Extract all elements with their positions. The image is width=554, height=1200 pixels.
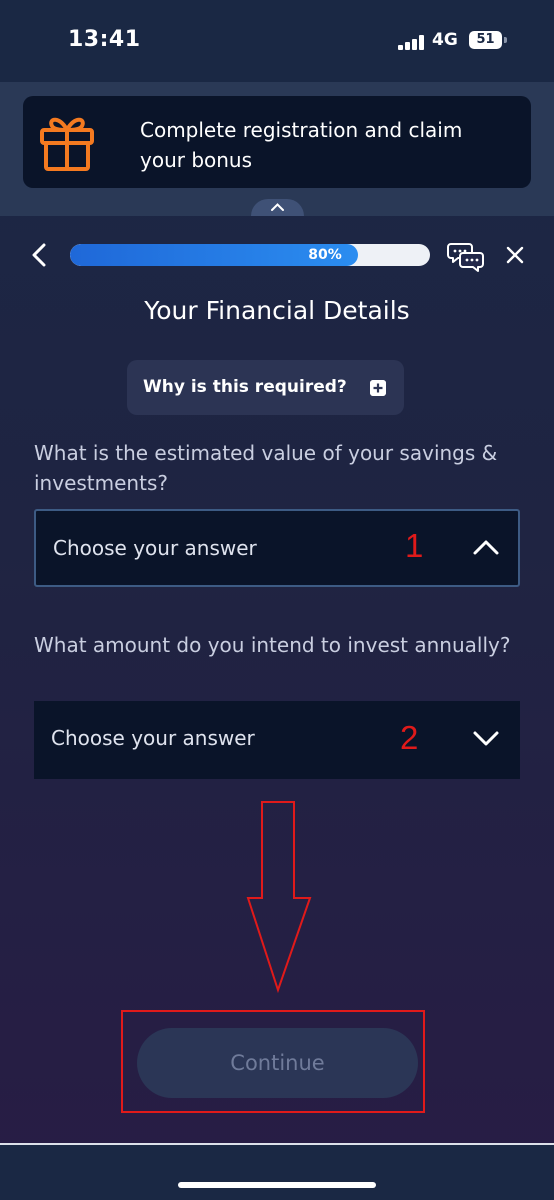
bonus-banner-text: Complete registration and claim your bon… xyxy=(140,118,463,172)
battery-icon: 51 xyxy=(469,31,502,49)
annotation-marker-2: 2 xyxy=(400,719,419,756)
invest-select[interactable]: Choose your answer xyxy=(34,701,520,779)
battery-tip xyxy=(504,37,507,43)
bottom-bar xyxy=(0,1145,554,1200)
progress-bar xyxy=(70,244,430,266)
annotation-marker-1: 1 xyxy=(405,527,424,564)
savings-select[interactable]: Choose your answer xyxy=(34,509,520,587)
page-title: Your Financial Details xyxy=(144,296,410,325)
continue-button[interactable]: Continue xyxy=(137,1028,418,1098)
progress-label: 80% xyxy=(308,247,342,263)
question-invest-label: What amount do you intend to invest annu… xyxy=(34,633,511,657)
network-type: 4G xyxy=(432,30,458,50)
close-icon[interactable] xyxy=(505,245,525,265)
question-savings-label: What is the estimated value of your savi… xyxy=(34,441,498,495)
gift-icon xyxy=(40,117,94,171)
savings-select-value: Choose your answer xyxy=(53,536,257,560)
back-icon[interactable] xyxy=(30,243,48,267)
chevron-down-icon xyxy=(473,731,499,746)
chevron-up-icon xyxy=(473,540,499,555)
status-bar: 13:41 4G 51 xyxy=(0,0,554,82)
annotation-arrow-icon xyxy=(246,801,312,994)
chevron-up-icon xyxy=(271,203,284,211)
chat-icon[interactable] xyxy=(447,240,485,272)
why-required-button[interactable]: Why is this required? xyxy=(127,360,404,415)
home-indicator[interactable] xyxy=(178,1182,376,1188)
collapse-handle[interactable] xyxy=(251,199,304,216)
invest-select-value: Choose your answer xyxy=(51,726,255,750)
signal-icon xyxy=(398,34,426,50)
why-required-label: Why is this required? xyxy=(143,377,347,397)
plus-icon xyxy=(370,380,386,396)
status-time: 13:41 xyxy=(68,27,141,52)
